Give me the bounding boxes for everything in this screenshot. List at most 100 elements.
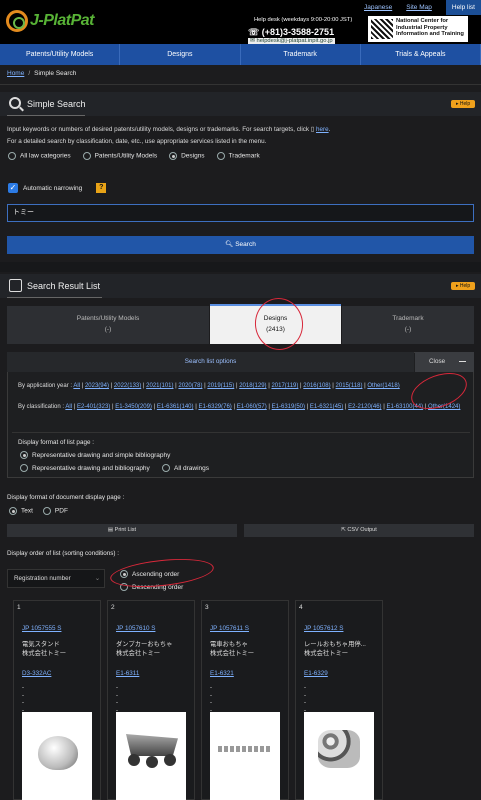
nav-designs[interactable]: Designs	[120, 44, 241, 65]
year-filter-link[interactable]: 2023(94)	[85, 383, 109, 389]
applicant-name: 株式会社トミー	[210, 650, 255, 657]
site-map-link[interactable]: Site Map	[406, 4, 432, 11]
class-filter-link[interactable]: E1-060(57)	[237, 404, 267, 410]
class-filter-link[interactable]: E1-6329(76)	[198, 404, 231, 410]
result-image[interactable]	[304, 712, 374, 800]
radio-circle-selected	[9, 507, 17, 515]
radio-label: Representative drawing and bibliography	[32, 464, 150, 472]
result-name: 電気スタンド 株式会社トミー	[22, 640, 66, 658]
result-card: 4 JP 1057612 S レールおもちゃ用停... 株式会社トミー E1-63…	[295, 600, 383, 800]
year-filter-link[interactable]: 2021(101)	[146, 383, 173, 389]
radio-label: All law categories	[20, 152, 71, 160]
result-list-icon	[9, 279, 22, 292]
list-format-option-3[interactable]: All drawings	[162, 464, 209, 472]
doc-format-text[interactable]: Text	[9, 507, 33, 515]
breadcrumb-home[interactable]: Home	[7, 70, 24, 77]
result-number: 4	[299, 604, 303, 611]
year-filter-link[interactable]: 2019(115)	[207, 383, 234, 389]
search-options-toggle[interactable]: Search list options	[7, 352, 414, 372]
result-class-link[interactable]: E1-6329	[304, 670, 328, 677]
tab-trademark[interactable]: Trademark (-)	[342, 306, 474, 344]
year-filter-link[interactable]: 2015(118)	[336, 383, 363, 389]
result-id-link[interactable]: JP 1057612 S	[304, 625, 343, 632]
chevron-down-icon: ⌄	[94, 575, 100, 582]
help-button[interactable]: ▸ Help	[451, 282, 476, 290]
year-filter-link[interactable]: 2022(133)	[114, 383, 141, 389]
help-label: Help	[459, 101, 471, 107]
result-class-link[interactable]: E1-6321	[210, 670, 234, 677]
title-underline	[7, 297, 102, 298]
nav-trademark[interactable]: Trademark	[241, 44, 361, 65]
logo-text: J-PlatPat	[30, 12, 94, 29]
result-id-link[interactable]: JP 1057555 S	[22, 625, 61, 632]
divider	[0, 84, 481, 85]
nav-patents[interactable]: Patents/Utility Models	[0, 44, 121, 65]
auto-narrowing-checkbox[interactable]: ✓	[8, 183, 18, 193]
result-image[interactable]	[210, 712, 280, 800]
close-options-button[interactable]: Close	[415, 352, 474, 372]
tab-patents[interactable]: Patents/Utility Models (-)	[7, 306, 209, 344]
class-filter-link[interactable]: E1-6319(50)	[272, 404, 305, 410]
keyword-input[interactable]: トミー	[7, 204, 474, 222]
result-placeholders: - - - -	[304, 685, 306, 714]
list-format-option-1[interactable]: Representative drawing and simple biblio…	[20, 451, 170, 459]
article-name: 電気スタンド	[22, 641, 60, 648]
radio-all[interactable]: All law categories	[8, 152, 71, 160]
close-label: Close	[429, 358, 446, 365]
result-class-link[interactable]: E1-6311	[116, 670, 139, 677]
result-class-link[interactable]: D3-332AC	[22, 670, 51, 677]
help-button[interactable]: ▸ Help	[451, 100, 476, 108]
radio-label: Text	[21, 507, 33, 515]
radio-circle	[8, 152, 16, 160]
japanese-link[interactable]: Japanese	[364, 4, 392, 11]
search-button[interactable]: 🔍︎ Search	[7, 236, 474, 254]
sort-field-select[interactable]: Registration number ⌄	[7, 569, 105, 588]
year-filter-link[interactable]: 2017(119)	[271, 383, 298, 389]
result-placeholders: - - - -	[22, 685, 24, 714]
collapse-icon	[459, 361, 466, 362]
jplatpat-logo[interactable]: J-PlatPat	[6, 10, 106, 32]
class-filter-link[interactable]: E2-2120(46)	[348, 404, 381, 410]
radio-circle-selected	[20, 451, 28, 459]
doc-format-radios: Text PDF	[9, 507, 68, 515]
result-placeholders: - - - -	[116, 685, 118, 714]
print-list-button[interactable]: ▤ Print List	[7, 524, 237, 537]
class-filter-link[interactable]: E1-3450(209)	[115, 404, 152, 410]
help-question-icon[interactable]: ?	[96, 183, 107, 193]
year-filter-link[interactable]: 2016(108)	[303, 383, 330, 389]
radio-designs[interactable]: Designs	[169, 152, 205, 160]
radio-trademark[interactable]: Trademark	[216, 152, 260, 160]
result-id-link[interactable]: JP 1057610 S	[116, 625, 155, 632]
class-filter-link[interactable]: E1-6321(45)	[310, 404, 343, 410]
result-id-link[interactable]: JP 1057611 S	[210, 625, 249, 632]
inpit-logo[interactable]: National Center for Industrial Property …	[368, 16, 468, 42]
breadcrumb-separator: /	[28, 70, 31, 77]
class-filter-link[interactable]: E1-6361(140)	[157, 404, 194, 410]
csv-output-button[interactable]: ⇱ CSV Output	[244, 524, 474, 537]
simple-search-header: Simple Search ▸ Help	[0, 92, 481, 116]
result-name: ダンプカーおもちゃ 株式会社トミー	[116, 640, 172, 658]
radio-patents[interactable]: Patents/Utility Models	[82, 152, 157, 160]
result-name: 電車おもちゃ 株式会社トミー	[210, 640, 254, 658]
year-filter-link[interactable]: 2020(78)	[178, 383, 202, 389]
radio-label: Representative drawing and simple biblio…	[32, 451, 171, 459]
logo-mark-icon	[6, 10, 28, 32]
result-image[interactable]	[116, 712, 186, 800]
applicant-name: 株式会社トミー	[22, 650, 67, 657]
radio-label: All drawings	[174, 464, 210, 472]
divider-band	[0, 262, 481, 272]
intro-line-1: Input keywords or numbers of desired pat…	[7, 126, 310, 133]
org-line-3: Information and Training	[396, 31, 464, 38]
year-filter-link[interactable]: Other(1418)	[367, 383, 399, 389]
year-filter-link[interactable]: 2018(129)	[239, 383, 266, 389]
doc-format-pdf[interactable]: PDF	[42, 507, 68, 515]
result-image[interactable]	[22, 712, 92, 800]
dump-truck-body	[126, 734, 178, 756]
help-list-button[interactable]: Help list	[445, 0, 481, 15]
here-link[interactable]: here	[316, 126, 329, 133]
year-filter: By application year : All | 2023(94) | 2…	[18, 381, 470, 392]
tab-count: (-)	[104, 326, 112, 333]
class-filter-link[interactable]: E2-401(323)	[77, 404, 110, 410]
nav-trials[interactable]: Trials & Appeals	[361, 44, 481, 65]
list-format-option-2[interactable]: Representative drawing and bibliography	[20, 464, 150, 472]
